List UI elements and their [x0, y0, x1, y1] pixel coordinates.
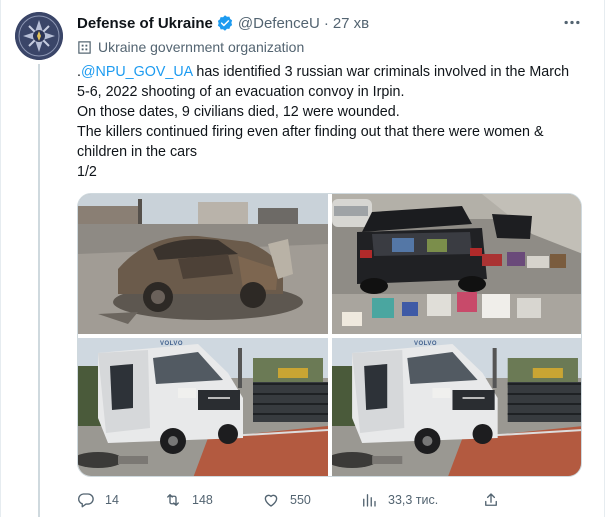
- timestamp[interactable]: 27 хв: [333, 15, 369, 32]
- retweet-icon: [167, 494, 179, 506]
- affiliation-text: Ukraine government organization: [98, 39, 305, 55]
- views-button[interactable]: 33,3 тис.: [360, 489, 438, 511]
- retweet-button[interactable]: 148: [164, 489, 213, 511]
- tweet-line-4: The killers continued firing even after …: [77, 124, 544, 140]
- tweet-line-5: children in the cars: [77, 144, 197, 160]
- reply-count: 14: [105, 493, 119, 507]
- white-van-photo[interactable]: VOLVO: [332, 338, 581, 476]
- thread-line: [38, 64, 40, 517]
- verified-badge-icon: [216, 14, 234, 32]
- avatar[interactable]: [15, 12, 63, 60]
- handle[interactable]: @DefenceU: [238, 15, 320, 32]
- tweet-line-3: On those dates, 9 civilians died, 12 wer…: [77, 104, 400, 120]
- views-chart-icon: [363, 494, 376, 507]
- like-count: 550: [290, 493, 311, 507]
- reply-icon: [78, 493, 94, 508]
- mention-link[interactable]: @NPU_GOV_UA: [81, 64, 192, 80]
- share-icon: [485, 493, 497, 506]
- van-brand-label: VOLVO: [414, 341, 438, 347]
- car-trunk-belongings-photo[interactable]: [332, 194, 581, 334]
- like-button[interactable]: 550: [262, 489, 311, 511]
- views-count: 33,3 тис.: [388, 493, 439, 507]
- white-van-photo[interactable]: VOLVO: [78, 338, 328, 476]
- government-building-icon: [78, 40, 91, 54]
- more-dots-icon: [564, 20, 580, 24]
- tweet-card: Defense of Ukraine @DefenceU · 27 хв Ukr…: [0, 0, 605, 517]
- tweet-line-2: 5-6, 2022 shooting of an evacuation conv…: [77, 84, 405, 100]
- more-options-button[interactable]: [562, 14, 582, 30]
- affiliation-label[interactable]: Ukraine government organization: [77, 38, 304, 56]
- reply-button[interactable]: 14: [77, 489, 119, 511]
- van-brand-label: VOLVO: [160, 341, 184, 347]
- tweet-line-1-rest: has identified 3 russian war criminals i…: [192, 64, 570, 80]
- tweet-line-6: 1/2: [77, 164, 97, 180]
- separator-dot: ·: [323, 14, 329, 32]
- heart-icon: [264, 494, 278, 507]
- tweet-line-1: .@NPU_GOV_UA has identified 3 russian wa…: [77, 62, 587, 82]
- burned-car-photo[interactable]: [78, 194, 328, 334]
- tweet-text: .@NPU_GOV_UA has identified 3 russian wa…: [77, 62, 587, 182]
- retweet-count: 148: [192, 493, 213, 507]
- share-button[interactable]: [482, 489, 510, 511]
- tweet-actions: 14 148 550 33,3 тис.: [77, 489, 577, 511]
- media-grid: VOLVO VOLVO: [77, 193, 582, 477]
- tweet-header: Defense of Ukraine @DefenceU · 27 хв: [77, 13, 369, 33]
- display-name[interactable]: Defense of Ukraine: [77, 15, 213, 32]
